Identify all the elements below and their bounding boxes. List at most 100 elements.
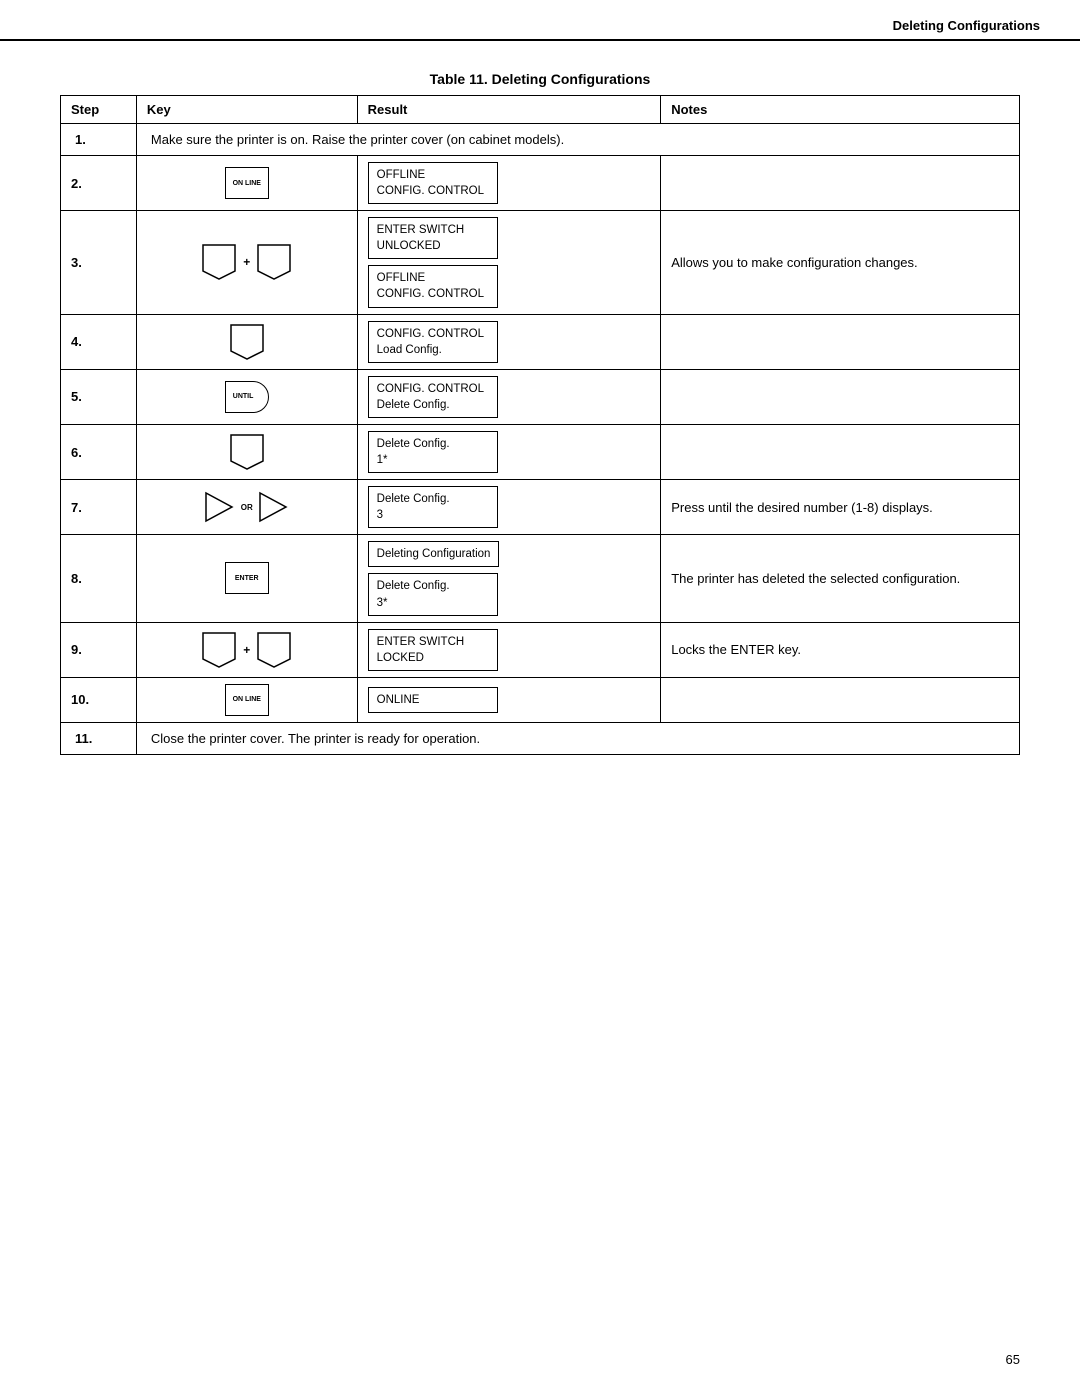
step-10: 10. [61, 677, 137, 722]
table-row: 2. ON LINE OFFLINECONFIG. CONTROL [61, 156, 1020, 211]
col-header-step: Step [61, 96, 137, 124]
step-7: 7. [61, 480, 137, 535]
display-box-3b: OFFLINECONFIG. CONTROL [368, 265, 498, 307]
key-shape-container: OR [147, 491, 347, 523]
table-row: 4. CONFIG. CONTROLLoad Config. [61, 314, 1020, 369]
on-line-key-10: ON LINE [225, 684, 269, 716]
key-shape-container: UNTIL [147, 381, 347, 413]
result-5: CONFIG. CONTROLDelete Config. [357, 369, 661, 424]
table-row: 6. Delete Config.1* [61, 424, 1020, 479]
step-3: 3. [61, 211, 137, 314]
enter-key: ENTER [225, 562, 269, 594]
notes-4 [661, 314, 1020, 369]
pentagon-key-9a [201, 631, 237, 669]
notes-10 [661, 677, 1020, 722]
key-label: ON LINE [233, 180, 261, 187]
step-9: 9. [61, 622, 137, 677]
key-label: ON LINE [233, 696, 261, 703]
table-row: 3. + [61, 211, 1020, 314]
pentagon-key-6 [229, 433, 265, 471]
pentagon-key-9b [256, 631, 292, 669]
step-6: 6. [61, 424, 137, 479]
key-8: ENTER [136, 535, 357, 622]
key-shape-container [147, 323, 347, 361]
display-box-8a: Deleting Configuration [368, 541, 500, 567]
key-shape-container [147, 433, 347, 471]
result-4: CONFIG. CONTROLLoad Config. [357, 314, 661, 369]
notes-8: The printer has deleted the selected con… [661, 535, 1020, 622]
result-7: Delete Config.3 [357, 480, 661, 535]
table-header-row: Step Key Result Notes [61, 96, 1020, 124]
table-row: 11. Close the printer cover. The printer… [61, 722, 1020, 754]
notes-2 [661, 156, 1020, 211]
key-shape-container: + [147, 631, 347, 669]
page-header: Deleting Configurations [0, 0, 1080, 41]
display-box-6: Delete Config.1* [368, 431, 498, 473]
step-5: 5. [61, 369, 137, 424]
key-shape-container: ON LINE [147, 167, 347, 199]
key-label: UNTIL [233, 393, 254, 400]
table-row: 5. UNTIL CONFIG. CONTROLDelete Config. [61, 369, 1020, 424]
table-row: 8. ENTER Deleting Configuration Delete C… [61, 535, 1020, 622]
table-row: 9. + [61, 622, 1020, 677]
display-box: OFFLINECONFIG. CONTROL [368, 162, 498, 204]
table-row: 10. ON LINE ONLINE [61, 677, 1020, 722]
key-10: ON LINE [136, 677, 357, 722]
notes-5 [661, 369, 1020, 424]
display-box-7: Delete Config.3 [368, 486, 498, 528]
key-3: + [136, 211, 357, 314]
key-4 [136, 314, 357, 369]
main-table: Step Key Result Notes 1. Make sure the p… [60, 95, 1020, 755]
header-title: Deleting Configurations [893, 18, 1040, 33]
col-header-key: Key [136, 96, 357, 124]
pentagon-key-2 [256, 243, 292, 281]
display-box-5: CONFIG. CONTROLDelete Config. [368, 376, 498, 418]
step-4: 4. [61, 314, 137, 369]
key-2: ON LINE [136, 156, 357, 211]
key-shape-container: ENTER [147, 562, 347, 594]
display-box-3a: ENTER SWITCHUNLOCKED [368, 217, 498, 259]
key-label: ENTER [235, 575, 259, 582]
key-5: UNTIL [136, 369, 357, 424]
pentagon-key-4 [229, 323, 265, 361]
arrow-left-key [204, 491, 236, 523]
row-1-text: Make sure the printer is on. Raise the p… [136, 124, 1019, 156]
plus-sign: + [243, 255, 250, 269]
on-line-key: ON LINE [225, 167, 269, 199]
col-header-result: Result [357, 96, 661, 124]
key-9: + [136, 622, 357, 677]
key-shape-container: ON LINE [147, 684, 347, 716]
page-number: 65 [1006, 1352, 1020, 1367]
display-box-10: ONLINE [368, 687, 498, 713]
step-2: 2. [61, 156, 137, 211]
notes-7: Press until the desired number (1-8) dis… [661, 480, 1020, 535]
key-7: OR [136, 480, 357, 535]
key-6 [136, 424, 357, 479]
display-box-8b: Delete Config.3* [368, 573, 498, 615]
until-key: UNTIL [225, 381, 269, 413]
display-box-9: ENTER SWITCHLOCKED [368, 629, 498, 671]
step-8: 8. [61, 535, 137, 622]
display-box-4: CONFIG. CONTROLLoad Config. [368, 321, 498, 363]
result-8: Deleting Configuration Delete Config.3* [357, 535, 661, 622]
content-area: Table 11. Deleting Configurations Step K… [0, 71, 1080, 755]
col-header-notes: Notes [661, 96, 1020, 124]
result-3: ENTER SWITCHUNLOCKED OFFLINECONFIG. CONT… [357, 211, 661, 314]
notes-6 [661, 424, 1020, 479]
table-row: 7. OR [61, 480, 1020, 535]
table-title: Table 11. Deleting Configurations [60, 71, 1020, 87]
notes-9: Locks the ENTER key. [661, 622, 1020, 677]
result-9: ENTER SWITCHLOCKED [357, 622, 661, 677]
notes-3: Allows you to make configuration changes… [661, 211, 1020, 314]
result-10: ONLINE [357, 677, 661, 722]
row-11-text: Close the printer cover. The printer is … [136, 722, 1019, 754]
result-2: OFFLINECONFIG. CONTROL [357, 156, 661, 211]
plus-sign-9: + [243, 643, 250, 657]
pentagon-key [201, 243, 237, 281]
arrow-right-key [258, 491, 290, 523]
step-1: 1. [61, 124, 137, 156]
key-shape-container: + [147, 243, 347, 281]
result-6: Delete Config.1* [357, 424, 661, 479]
step-11: 11. [61, 722, 137, 754]
table-row: 1. Make sure the printer is on. Raise th… [61, 124, 1020, 156]
